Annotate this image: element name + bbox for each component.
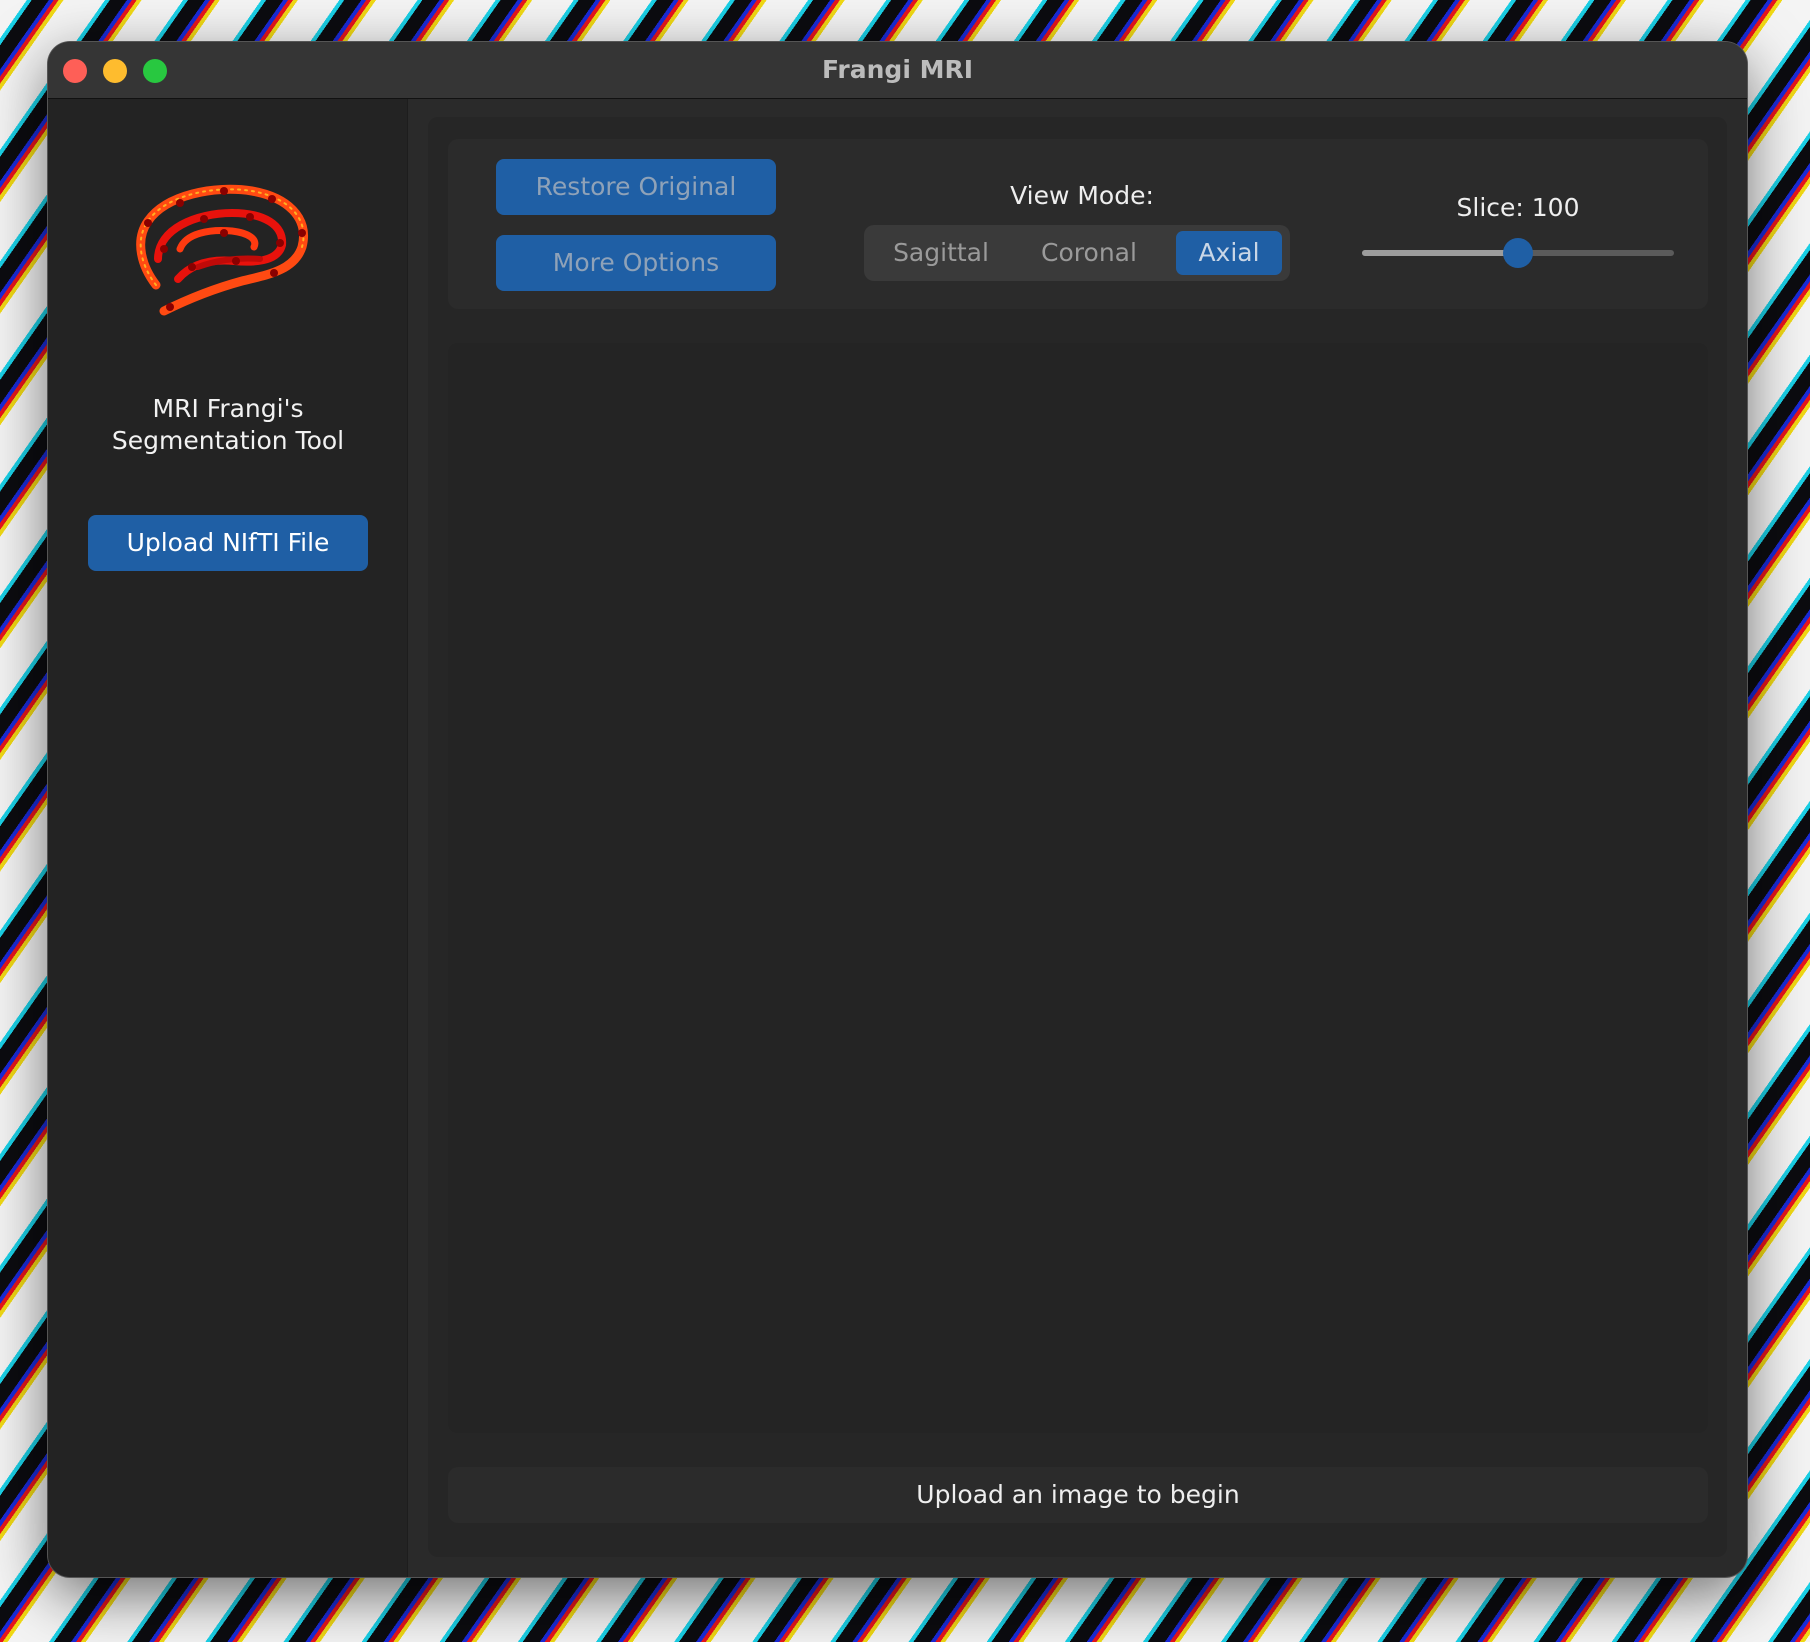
slice-label: Slice: 100 xyxy=(1456,193,1580,222)
status-bar: Upload an image to begin xyxy=(448,1467,1708,1523)
brain-icon xyxy=(136,184,308,316)
title-bar[interactable]: Frangi MRI xyxy=(48,42,1747,99)
image-canvas[interactable] xyxy=(448,343,1708,1433)
more-options-button[interactable]: More Options xyxy=(496,235,776,291)
view-mode-label: View Mode: xyxy=(1010,181,1154,210)
view-mode-axial[interactable]: Axial xyxy=(1176,231,1282,275)
toolbar: Restore Original More Options View Mode:… xyxy=(448,139,1708,309)
view-mode-coronal[interactable]: Coronal xyxy=(1014,231,1164,275)
upload-nifti-button[interactable]: Upload NIfTI File xyxy=(88,515,368,571)
sidebar: MRI Frangi's Segmentation Tool Upload NI… xyxy=(48,99,408,1577)
view-mode-segmented-control: Sagittal Coronal Axial xyxy=(864,225,1290,281)
app-name-line1: MRI Frangi's xyxy=(152,394,304,423)
restore-original-button[interactable]: Restore Original xyxy=(496,159,776,215)
app-name-line2: Segmentation Tool xyxy=(111,426,345,455)
slice-slider-fill xyxy=(1362,250,1518,256)
app-window: Frangi MRI MRI Frangi's Segmentation Too… xyxy=(48,42,1747,1577)
main-panel: Restore Original More Options View Mode:… xyxy=(428,117,1727,1557)
window-title: Frangi MRI xyxy=(821,55,974,84)
view-mode-sagittal[interactable]: Sagittal xyxy=(870,231,1012,275)
slice-slider[interactable] xyxy=(1362,238,1674,268)
slice-slider-thumb[interactable] xyxy=(1503,238,1533,268)
